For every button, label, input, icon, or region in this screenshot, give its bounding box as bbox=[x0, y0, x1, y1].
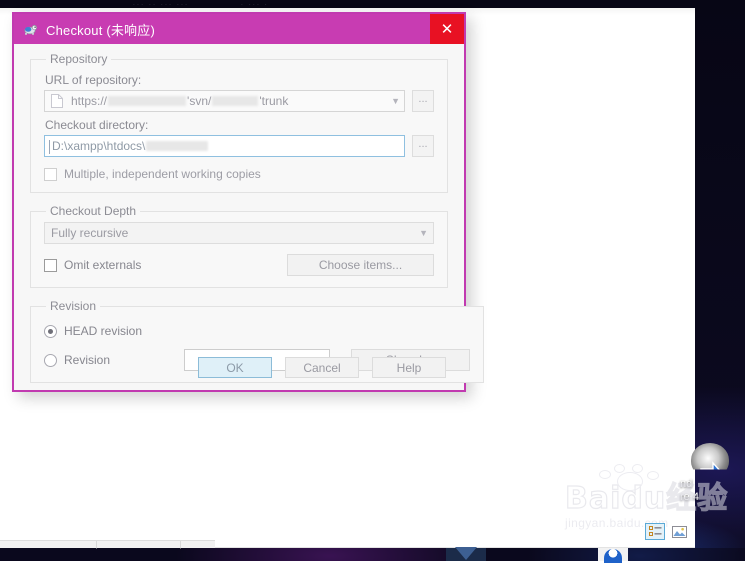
chevron-down-icon[interactable]: ▼ bbox=[413, 228, 428, 238]
background-window-bottom-strip bbox=[0, 540, 215, 548]
url-combobox[interactable]: https:// 'svn/ 'trunk ▼ bbox=[44, 90, 405, 112]
checkout-depth-select[interactable]: Fully recursive ▼ bbox=[44, 222, 434, 244]
url-browse-button[interactable]: ... bbox=[412, 90, 434, 112]
checkout-directory-value: D:\xampp\htdocs\ bbox=[50, 139, 145, 153]
head-revision-radio[interactable] bbox=[44, 325, 57, 338]
desktop-shortcut-icon bbox=[691, 443, 729, 477]
ok-button[interactable]: OK bbox=[198, 357, 272, 378]
checkout-directory-row: D:\xampp\htdocs\ ... bbox=[44, 135, 434, 157]
help-button[interactable]: Help bbox=[372, 357, 446, 378]
url-value-prefix: https:// bbox=[71, 94, 107, 108]
checkout-depth-group: Checkout Depth Fully recursive ▼ Omit ex… bbox=[30, 204, 448, 288]
desktop-shortcut-label: nd re 4 bbox=[678, 478, 742, 504]
dialog-button-bar: OK Cancel Help bbox=[14, 357, 464, 378]
multiple-working-copies-row[interactable]: Multiple, independent working copies bbox=[44, 167, 434, 181]
checkout-directory-input[interactable]: D:\xampp\htdocs\ bbox=[44, 135, 405, 157]
taskbar-app-icon-chevron[interactable] bbox=[446, 548, 486, 561]
url-value-suffix: 'trunk bbox=[259, 94, 288, 108]
repository-group: Repository URL of repository: https:// '… bbox=[30, 52, 448, 193]
close-icon[interactable]: ✕ bbox=[430, 14, 464, 44]
image-view-icon[interactable] bbox=[669, 523, 689, 540]
url-of-repository-label: URL of repository: bbox=[45, 73, 434, 87]
multiple-working-copies-checkbox[interactable] bbox=[44, 168, 57, 181]
checkout-depth-selected-value: Fully recursive bbox=[51, 226, 128, 240]
checkout-directory-label: Checkout directory: bbox=[45, 118, 434, 132]
omit-externals-row: Omit externals Choose items... bbox=[44, 254, 434, 276]
taskbar-app-icon-user[interactable] bbox=[598, 548, 628, 561]
tortoisesvn-icon bbox=[22, 21, 38, 37]
cancel-button[interactable]: Cancel bbox=[285, 357, 359, 378]
head-revision-row[interactable]: HEAD revision bbox=[44, 324, 470, 338]
checkout-dialog[interactable]: Checkout (未响应) ✕ Repository URL of repos… bbox=[12, 12, 466, 392]
url-redacted-path bbox=[212, 96, 258, 106]
revision-group-legend: Revision bbox=[46, 299, 100, 313]
dialog-body: Repository URL of repository: https:// '… bbox=[14, 44, 464, 390]
url-redacted-host bbox=[108, 96, 186, 106]
multiple-working-copies-label: Multiple, independent working copies bbox=[64, 167, 261, 181]
omit-externals-checkbox[interactable] bbox=[44, 259, 57, 272]
directory-browse-button[interactable]: ... bbox=[412, 135, 434, 157]
taskbar[interactable] bbox=[0, 548, 745, 561]
choose-items-button[interactable]: Choose items... bbox=[287, 254, 434, 276]
text-caret bbox=[49, 140, 50, 154]
dialog-titlebar[interactable]: Checkout (未响应) ✕ bbox=[14, 14, 464, 44]
list-view-icon[interactable] bbox=[645, 523, 665, 540]
view-mode-tray[interactable] bbox=[645, 523, 689, 540]
document-icon bbox=[50, 93, 64, 109]
dialog-title: Checkout (未响应) bbox=[46, 20, 155, 39]
checkout-directory-redacted bbox=[146, 141, 208, 151]
desktop-shortcut[interactable]: nd re 4 bbox=[678, 443, 742, 504]
head-revision-label: HEAD revision bbox=[64, 324, 142, 338]
url-row: https:// 'svn/ 'trunk ▼ ... bbox=[44, 90, 434, 112]
url-value-mid: 'svn/ bbox=[187, 94, 211, 108]
omit-externals-label: Omit externals bbox=[64, 258, 141, 272]
checkout-depth-group-legend: Checkout Depth bbox=[46, 204, 140, 218]
chevron-down-icon[interactable]: ▼ bbox=[385, 96, 400, 106]
repository-group-legend: Repository bbox=[46, 52, 111, 66]
taskbar-user-badge bbox=[611, 556, 616, 562]
